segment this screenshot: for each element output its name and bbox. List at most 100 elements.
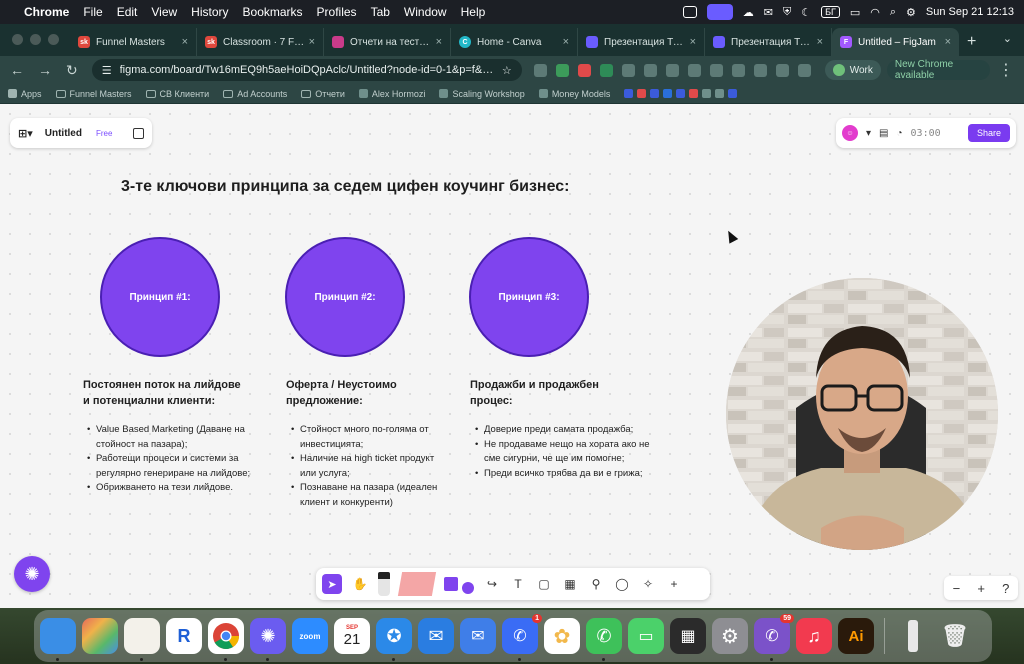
principle-1-title[interactable]: Постоянен поток на лийдове и потенциални… [83,377,241,409]
settings-gear-icon[interactable]: ✺ [14,556,50,592]
viber-icon[interactable]: ✆ 59 [754,614,794,661]
tab-test-reports[interactable]: Отчети на теста: | T × [324,28,451,56]
menu-profiles[interactable]: Profiles [317,5,357,19]
tab-figjam-active[interactable]: F Untitled – FigJam × [832,28,959,56]
close-tab-icon[interactable]: × [690,36,696,48]
tab-funnel-masters[interactable]: sk Funnel Masters × [70,28,197,56]
shape-circle-icon[interactable] [462,582,474,594]
plan-badge[interactable]: Free [96,129,112,138]
avatar-dropdown-icon[interactable]: ▾ [866,128,871,139]
select-tool-icon[interactable]: ➤ [322,574,342,594]
close-tab-icon[interactable]: × [309,36,315,48]
puzzle-icon[interactable] [797,63,811,77]
notes-icon[interactable] [124,618,160,661]
close-window-button[interactable] [12,34,23,45]
zoom-icon[interactable]: zoom [292,618,328,654]
principle-3-circle[interactable]: Принцип #3: [469,237,589,357]
bookmark-alex-hormozi[interactable]: Alex Hormozi [358,89,425,99]
downloads-stack-icon[interactable] [895,618,931,654]
principle-1-bullets[interactable]: Value Based Marketing (Даване на стойнос… [87,423,256,496]
marker-tool-icon[interactable] [378,572,390,596]
pages-icon[interactable] [133,127,144,139]
site-info-icon[interactable]: ☰ [102,64,112,77]
bookmark-icon[interactable] [715,89,725,98]
close-tab-icon[interactable]: × [817,36,823,48]
connector-tool-icon[interactable]: ↪ [484,577,500,591]
moon-icon[interactable]: ☾ [801,6,811,19]
menu-bookmarks[interactable]: Bookmarks [243,5,303,19]
extension-icon[interactable] [621,63,635,77]
figjam-canvas[interactable]: ⊞▾ Untitled Free ☺ ▾ ▤ ◔ 03:00 Share 3-т… [0,104,1024,608]
layout-icon[interactable]: ▤ [879,128,888,139]
ai-tool-icon[interactable]: ✧ [640,577,656,591]
zoom-out-button[interactable]: − [953,581,961,596]
back-button[interactable]: ← [10,62,24,78]
bookmark-icon[interactable] [663,89,673,98]
extension-icon[interactable] [687,63,701,77]
principle-3-title[interactable]: Продажби и продажбен процес: [470,377,599,409]
extension-icon[interactable] [665,63,679,77]
bookmark-icon[interactable] [676,89,686,98]
zoom-in-button[interactable]: + [977,581,985,596]
bookmark-reports[interactable]: Отчети [301,89,345,99]
forward-button[interactable]: → [38,62,52,78]
text-tool-icon[interactable]: T [510,577,526,591]
bookmark-icon[interactable] [702,89,712,98]
keyboard-layout[interactable]: БГ [821,6,840,18]
bookmark-scaling-workshop[interactable]: Scaling Workshop [439,89,525,99]
bookmark-icon[interactable] [650,89,660,98]
extension-icon[interactable] [533,63,547,77]
download-icon[interactable] [775,63,789,77]
tab-search-icon[interactable]: ⌄ [1003,32,1012,45]
zoom-window-button[interactable] [48,34,59,45]
extension-icon[interactable] [577,63,591,77]
creative-cloud-icon[interactable]: ☁ [743,6,754,19]
extension-icon[interactable] [731,63,745,77]
bookmark-sv-clients[interactable]: СВ Клиенти [145,89,209,99]
menu-history[interactable]: History [191,5,228,19]
chrome-icon[interactable] [208,618,244,661]
close-tab-icon[interactable]: × [436,36,442,48]
system-settings-icon[interactable]: ⚙ [712,618,748,654]
share-button[interactable]: Share [967,124,1010,142]
clock[interactable]: Sun Sep 21 12:13 [926,6,1014,18]
tab-classroom[interactable]: sk Classroom · 7 Figure × [197,28,324,56]
extension-icon[interactable] [599,63,613,77]
airmail-icon[interactable]: ✉ [460,618,496,654]
minimize-window-button[interactable] [30,34,41,45]
screen-record-icon[interactable] [682,6,697,18]
wifi-icon[interactable]: ◠ [870,6,880,19]
mail-icon[interactable]: ✉ [418,618,454,654]
bookmark-icon[interactable] [728,89,738,98]
principle-2-bullets[interactable]: Стойност много по-голяма от инвестицията… [291,423,450,510]
more-menu-icon[interactable]: ⋮ [998,60,1014,80]
control-center-icon[interactable]: ⚙ [906,6,916,19]
update-chrome-button[interactable]: New Chrome available [886,59,990,81]
screen-share-icon[interactable] [706,4,733,20]
principle-3-bullets[interactable]: Доверие преди самата продажба; Не продав… [475,423,654,481]
help-button[interactable]: ? [1002,581,1009,596]
music-icon[interactable]: ♫ [796,618,832,654]
tab-canva[interactable]: C Home - Canva × [451,28,578,56]
principle-1-circle[interactable]: Принцип #1: [100,237,220,357]
close-tab-icon[interactable]: × [945,36,951,48]
menu-window[interactable]: Window [404,5,447,19]
file-name[interactable]: Untitled [45,128,82,139]
calendar-icon[interactable]: SEP 21 [334,618,370,654]
app-gear-icon[interactable]: ✺ [250,618,286,661]
menu-app-name[interactable]: Chrome [24,5,69,19]
messages-icon[interactable]: ▭ [628,618,664,654]
close-tab-icon[interactable]: × [182,36,188,48]
extension-icon[interactable] [709,63,723,77]
menu-view[interactable]: View [151,5,177,19]
figjam-menu-icon[interactable]: ⊞▾ [18,127,33,140]
bookmark-icon[interactable] [624,89,634,98]
messenger-icon[interactable]: ✆ 1 [502,614,542,661]
finder-icon[interactable] [40,618,76,661]
section-tool-icon[interactable]: ▢ [536,577,552,591]
avatar[interactable]: ☺ [842,125,858,141]
stamp-tool-icon[interactable]: ⚲ [588,577,604,591]
menu-edit[interactable]: Edit [117,5,138,19]
menu-file[interactable]: File [83,5,102,19]
whatsapp-icon[interactable]: ✆ [586,618,622,661]
